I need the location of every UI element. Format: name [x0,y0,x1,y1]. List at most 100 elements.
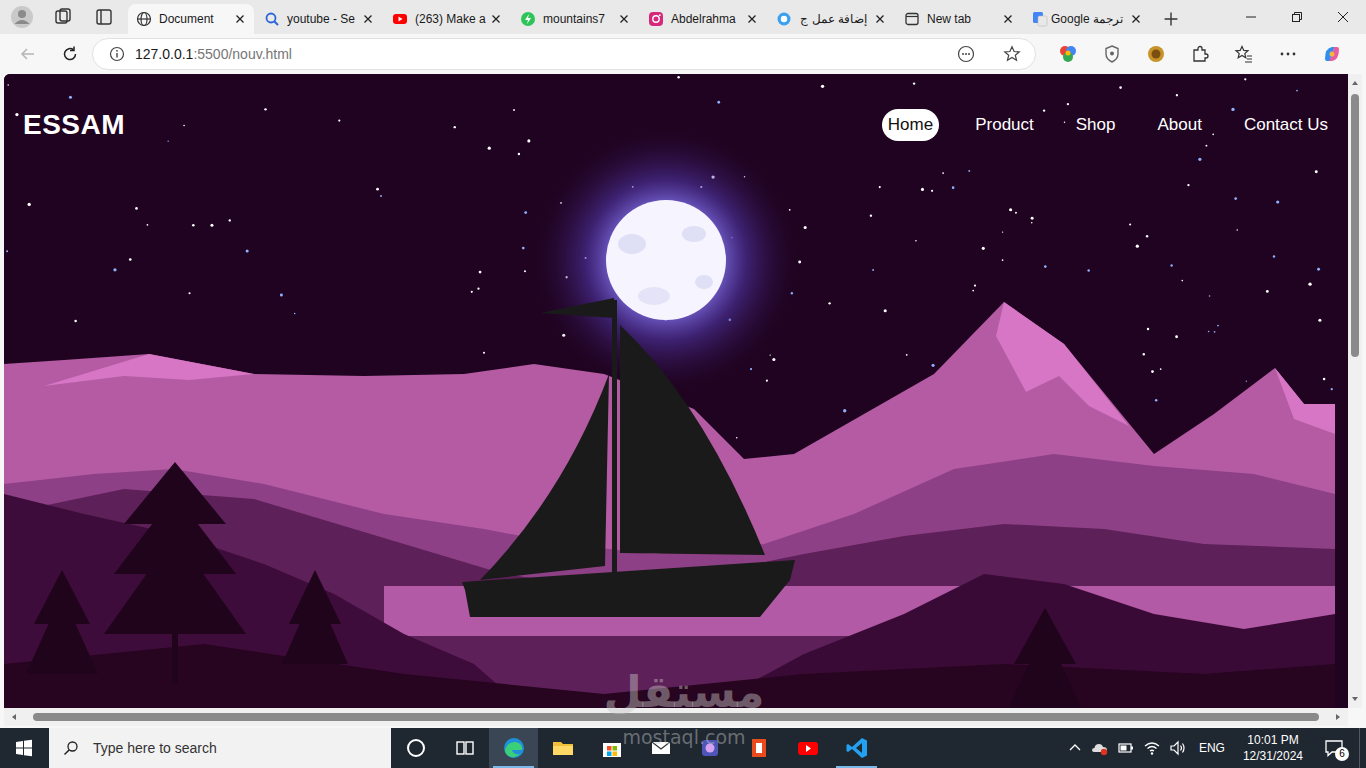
battery-icon[interactable] [1117,739,1135,757]
close-icon[interactable] [1130,13,1142,25]
shield-icon[interactable] [1102,44,1122,64]
star-icon[interactable] [1003,45,1021,63]
new-tab-icon[interactable] [1160,8,1182,30]
tab-bar: Documentyoutube - Se(263) Make amountain… [0,0,1366,34]
browser-viewport: ESSAM Home Product Shop About Contact Us [0,74,1366,726]
scroll-thumb[interactable] [33,713,1319,721]
web-page: ESSAM Home Product Shop About Contact Us [4,74,1348,708]
desktop-screen: Documentyoutube - Se(263) Make amountain… [0,0,1366,768]
search-icon [63,740,79,756]
extension-color-icon[interactable] [1058,44,1078,64]
close-icon[interactable] [362,13,374,25]
taskbar-app[interactable] [489,728,538,768]
moon [531,125,801,395]
explorer-icon [551,736,575,760]
tab-actions-icon[interactable] [92,5,116,29]
close-icon[interactable] [1002,13,1014,25]
scroll-down-icon[interactable] [1350,694,1360,704]
workspaces-icon[interactable] [51,5,75,29]
favorites-icon[interactable] [1234,44,1254,64]
read-aloud-icon[interactable] [957,45,975,63]
minimize-icon [1245,11,1257,23]
chevron-up-icon[interactable] [1067,740,1083,756]
nav-link[interactable]: Product [969,109,1040,141]
system-tray: ENG 10:01 PM12/31/2024 6 [1067,728,1366,768]
close-window-button[interactable] [1320,0,1366,34]
browser-tab[interactable]: (263) Make a [384,4,510,34]
language-indicator[interactable]: ENG [1199,741,1225,755]
close-icon[interactable] [746,13,758,25]
scroll-up-icon[interactable] [1350,78,1360,88]
volume-icon[interactable] [1169,739,1187,757]
browser-tab[interactable]: ترجمة Google [1024,4,1150,34]
taskbar-app[interactable] [832,728,881,768]
taskbar-app[interactable] [636,728,685,768]
taskbar: Type here to search ENG 10:01 PM12/31/2024… [0,728,1366,768]
refresh-icon[interactable] [60,44,80,64]
puzzle-icon[interactable] [1190,44,1210,64]
start-button[interactable] [0,728,48,768]
app-icon [698,736,722,760]
vscode-icon [845,736,869,760]
wifi-icon[interactable] [1143,739,1161,757]
close-icon[interactable] [618,13,630,25]
clock[interactable]: 10:01 PM12/31/2024 [1237,732,1309,764]
vertical-scrollbar[interactable] [1348,74,1362,708]
landscape-illustration [4,74,1348,708]
scroll-left-icon[interactable] [9,712,19,722]
profile-icon[interactable] [10,5,34,29]
office-icon [747,736,771,760]
store-icon [600,736,624,760]
restore-icon [1291,11,1303,23]
taskbar-app[interactable] [783,728,832,768]
close-icon[interactable] [490,13,502,25]
restore-button[interactable] [1274,0,1320,34]
close-icon[interactable] [874,13,886,25]
browser-tab[interactable]: Document [128,4,254,34]
browser-tab[interactable]: youtube - Se [256,4,382,34]
nav-link[interactable]: Shop [1070,109,1122,141]
instagram-icon [648,11,664,27]
taskbar-app[interactable] [685,728,734,768]
back-arrow-icon[interactable] [18,44,38,64]
close-icon[interactable] [234,13,246,25]
info-icon[interactable] [109,46,125,62]
copilot-icon[interactable] [1322,44,1342,64]
taskbar-search[interactable]: Type here to search [49,728,391,768]
search-icon [264,11,280,27]
taskbar-app[interactable] [734,728,783,768]
horizontal-scrollbar[interactable] [4,708,1348,726]
site-header: ESSAM Home Product Shop About Contact Us [4,74,1348,142]
bolt-icon [520,11,536,27]
taskbar-app[interactable] [538,728,587,768]
taskbar-app[interactable] [391,728,440,768]
browser-toolbar: 127.0.0.1:5500/nouv.html [0,34,1366,74]
show-desktop-button[interactable] [1359,728,1366,768]
address-bar[interactable]: 127.0.0.1:5500/nouv.html [92,38,1036,70]
notification-center[interactable]: 6 [1317,728,1351,768]
newtab-icon [904,11,920,27]
windows-icon [15,739,33,757]
taskbar-app[interactable] [587,728,636,768]
browser-tab[interactable]: Abdelrahma [640,4,766,34]
scroll-thumb[interactable] [1351,94,1359,357]
youtube-icon [392,11,408,27]
extension-badge-icon[interactable] [1146,44,1166,64]
nav-link[interactable]: About [1151,109,1207,141]
more-options-icon[interactable] [1278,44,1298,64]
nav-link[interactable]: Home [882,109,939,141]
site-logo[interactable]: ESSAM [23,108,125,142]
browser-tab[interactable]: New tab [896,4,1022,34]
translate-icon [1032,11,1048,27]
nav-link[interactable]: Contact Us [1238,109,1334,141]
taskbar-app[interactable] [440,728,489,768]
browser-tab[interactable]: mountains7 [512,4,638,34]
minimize-button[interactable] [1228,0,1274,34]
browser-tab[interactable]: إضافة عمل ج [768,4,894,34]
circle-icon [776,11,792,27]
onedrive-icon[interactable] [1091,739,1109,757]
url-text[interactable]: 127.0.0.1:5500/nouv.html [135,46,292,62]
notification-badge: 6 [1335,747,1349,761]
mail-icon [649,736,673,760]
scroll-right-icon[interactable] [1333,712,1343,722]
